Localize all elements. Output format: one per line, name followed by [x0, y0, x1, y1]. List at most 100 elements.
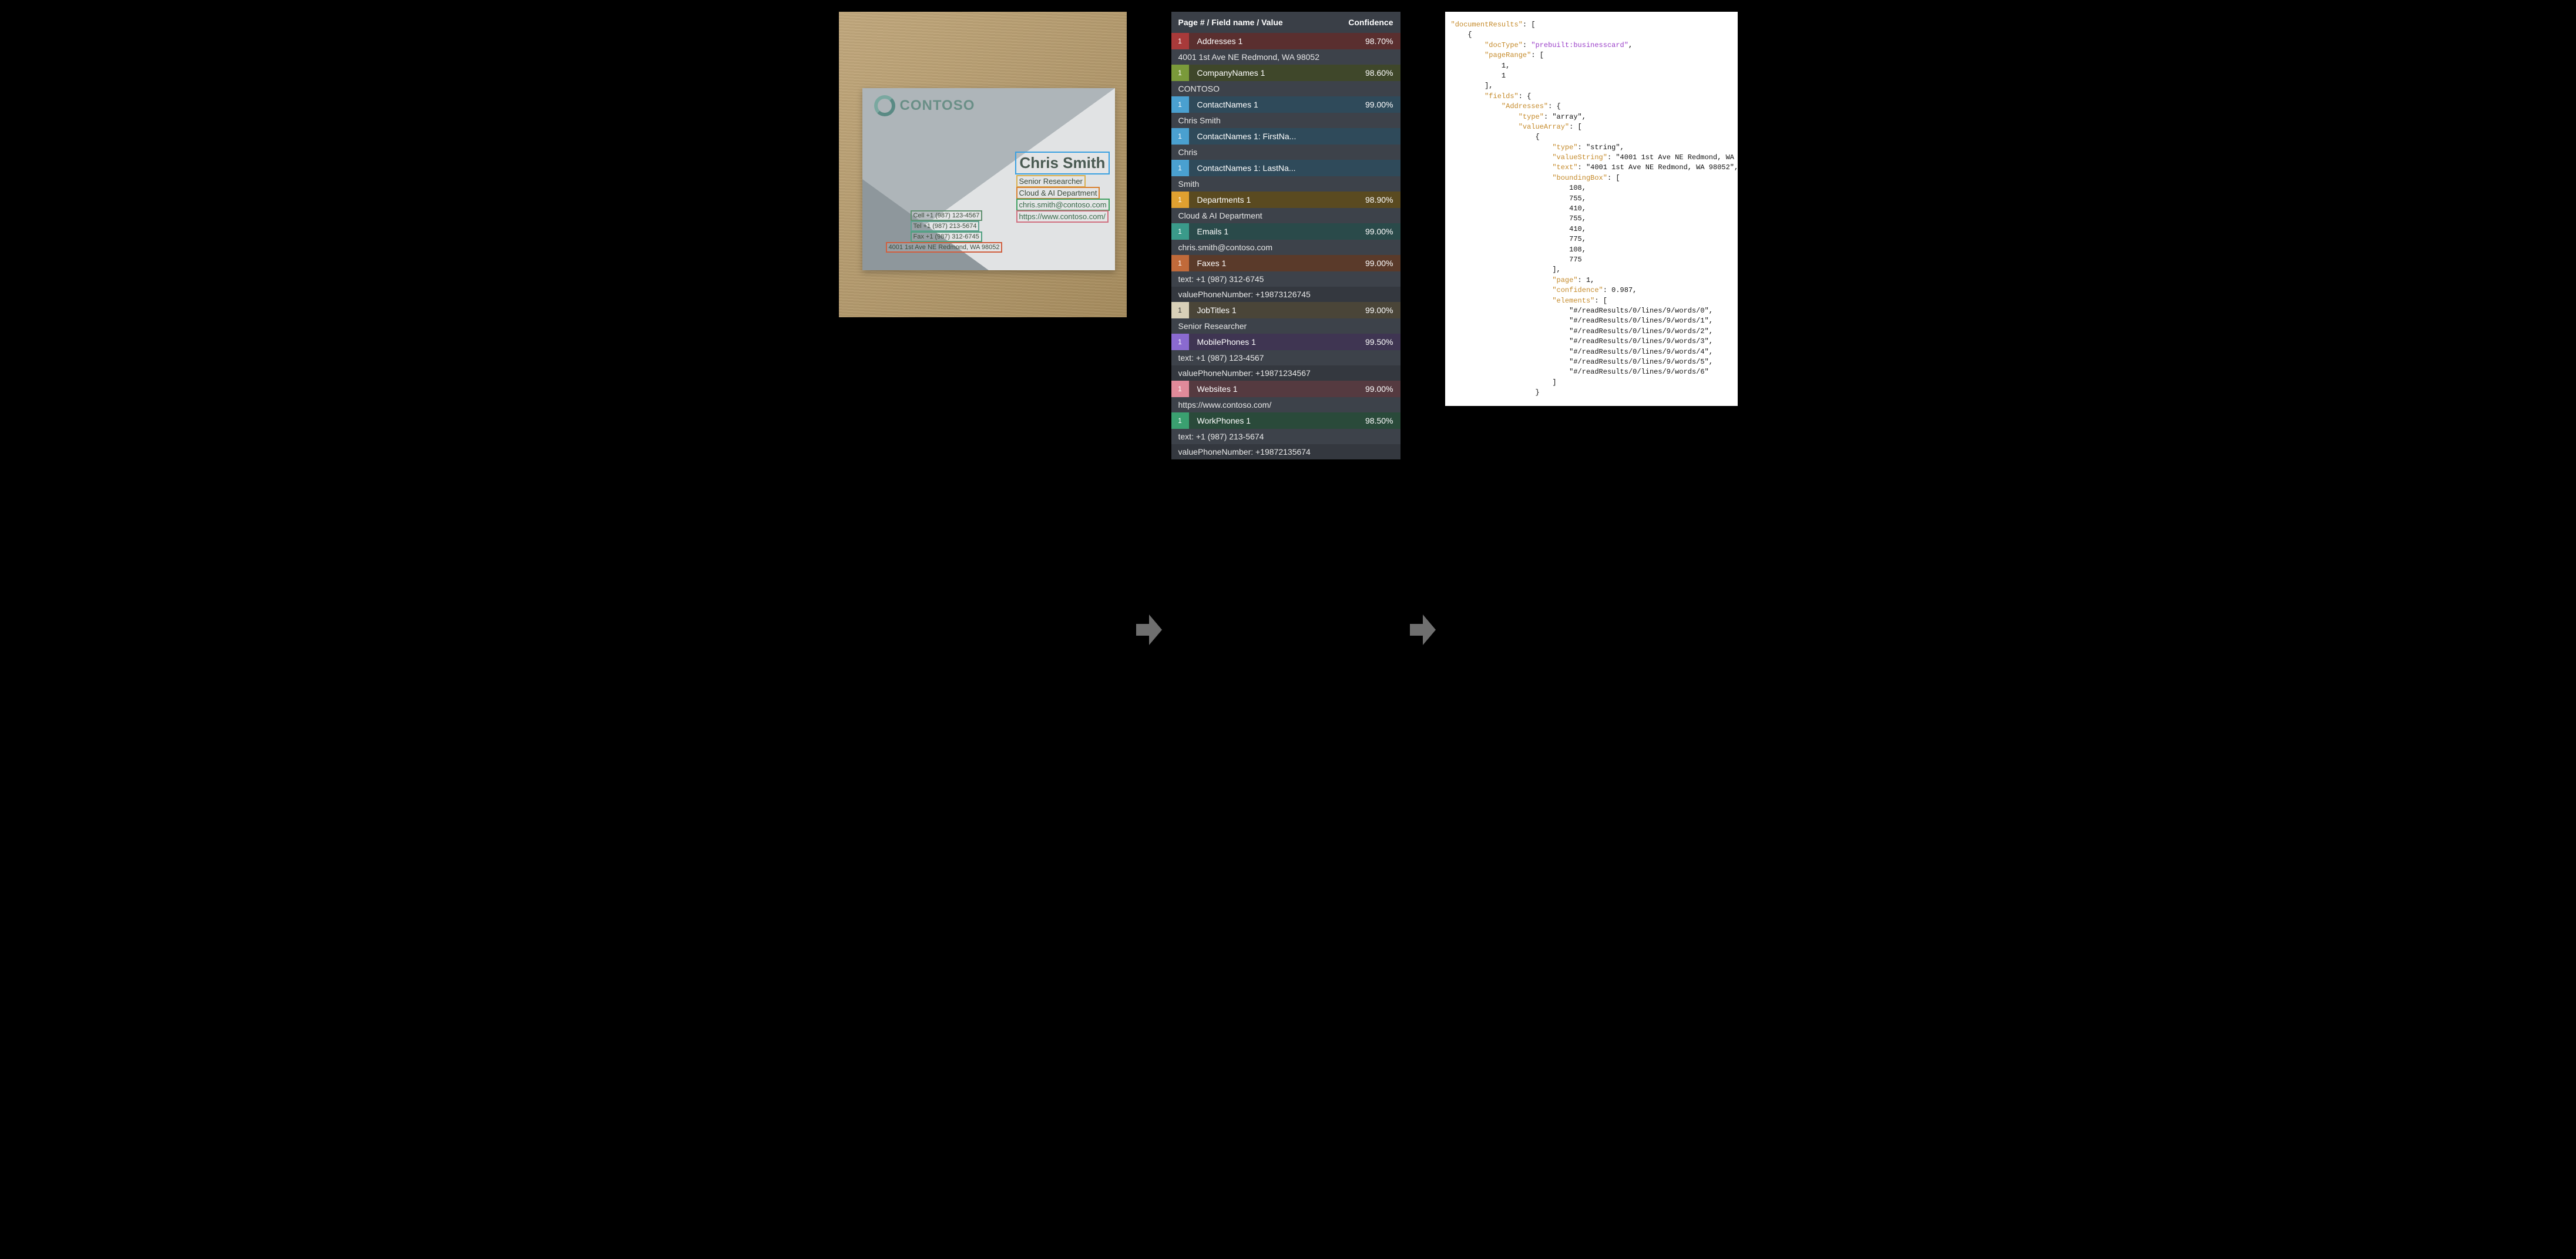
confidence-value: 99.00%: [1365, 227, 1393, 236]
json-key: "page": [1552, 276, 1577, 284]
confidence-value: 99.50%: [1365, 337, 1393, 347]
field-row[interactable]: 1Addresses 198.70%: [1171, 33, 1400, 49]
hl-email: chris.smith@contoso.com: [1016, 199, 1110, 211]
page-badge: 1: [1171, 65, 1189, 81]
field-value: text: +1 (987) 213-5674: [1171, 429, 1400, 444]
page-badge: 1: [1171, 128, 1189, 145]
json-value: 1,: [1586, 276, 1594, 284]
json-key: "valueString": [1552, 153, 1607, 162]
field-value: 4001 1st Ave NE Redmond, WA 98052: [1171, 49, 1400, 65]
field-name: ContactNames 1: LastNa...: [1197, 163, 1296, 173]
field-value: Chris Smith: [1171, 113, 1400, 128]
json-value: 108,: [1569, 184, 1586, 192]
json-value: "4001 1st Ave NE Redmond, WA 98052",: [1616, 153, 1737, 162]
field-value: text: +1 (987) 123-4567: [1171, 350, 1400, 365]
json-key: "text": [1552, 163, 1577, 172]
json-key: "pageRange": [1485, 51, 1531, 59]
json-value: "#/readResults/0/lines/9/words/4",: [1569, 348, 1713, 356]
results-header: Page # / Field name / Value Confidence: [1171, 12, 1400, 33]
json-value: 1: [1502, 72, 1506, 80]
field-row[interactable]: 1Departments 198.90%: [1171, 192, 1400, 208]
hl-address: 4001 1st Ave NE Redmond, WA 98052: [886, 242, 1003, 253]
field-row[interactable]: 1Faxes 199.00%: [1171, 255, 1400, 271]
arrow-right-icon: [1136, 612, 1162, 647]
field-value: text: +1 (987) 312-6745: [1171, 271, 1400, 287]
hl-job-title: Senior Researcher: [1016, 175, 1086, 187]
json-value: 775: [1569, 256, 1582, 264]
field-value: valuePhoneNumber: +19871234567: [1171, 365, 1400, 381]
json-value: "#/readResults/0/lines/9/words/0",: [1569, 307, 1713, 315]
json-value: "array",: [1552, 113, 1586, 121]
field-name: JobTitles 1: [1197, 305, 1237, 315]
json-value: 755,: [1569, 214, 1586, 223]
confidence-value: 99.00%: [1365, 384, 1393, 394]
confidence-value: 98.90%: [1365, 195, 1393, 204]
business-card: CONTOSO Chris Smith Senior Researcher Cl…: [862, 88, 1115, 270]
field-name: ContactNames 1: [1197, 100, 1258, 109]
field-value: valuePhoneNumber: +19873126745: [1171, 287, 1400, 302]
results-body: 1Addresses 198.70%4001 1st Ave NE Redmon…: [1171, 33, 1400, 459]
field-value: Smith: [1171, 176, 1400, 192]
json-key: "fields": [1485, 92, 1519, 100]
page-badge: 1: [1171, 160, 1189, 176]
page-badge: 1: [1171, 33, 1189, 49]
json-key: "documentResults": [1451, 21, 1523, 29]
json-key: "Addresses": [1502, 102, 1548, 110]
page-badge: 1: [1171, 223, 1189, 240]
json-value: 410,: [1569, 204, 1586, 213]
confidence-value: 98.70%: [1365, 36, 1393, 46]
json-value: 755,: [1569, 194, 1586, 203]
field-row[interactable]: 1 ContactNames 1: FirstNa...: [1171, 128, 1400, 145]
field-body: Addresses 198.70%: [1189, 33, 1400, 49]
field-row[interactable]: 1WorkPhones 198.50%: [1171, 412, 1400, 429]
field-value: Cloud & AI Department: [1171, 208, 1400, 223]
json-key: "docType": [1485, 41, 1523, 49]
extraction-results-panel: Page # / Field name / Value Confidence 1…: [1171, 12, 1400, 459]
page-badge: 1: [1171, 302, 1189, 318]
field-body: Emails 199.00%: [1189, 223, 1400, 240]
field-body: Departments 1 98.90%: [1189, 192, 1400, 208]
field-value: https://www.contoso.com/: [1171, 397, 1400, 412]
field-row[interactable]: 1Emails 199.00%: [1171, 223, 1400, 240]
field-name: Departments 1: [1197, 195, 1251, 204]
page-badge: 1: [1171, 334, 1189, 350]
confidence-value: 99.00%: [1365, 258, 1393, 268]
logo-ring-icon: [874, 95, 895, 116]
hl-fax: Fax +1 (987) 312-6745: [911, 231, 982, 242]
field-row[interactable]: 1 ContactNames 1: LastNa...: [1171, 160, 1400, 176]
json-value: 1,: [1502, 62, 1510, 70]
field-row[interactable]: 1 Websites 1 99.00%: [1171, 381, 1400, 397]
json-value: "#/readResults/0/lines/9/words/5",: [1569, 358, 1713, 366]
json-key: "boundingBox": [1552, 174, 1607, 182]
arrow-right-icon: [1410, 612, 1436, 647]
header-right: Confidence: [1348, 18, 1393, 27]
confidence-value: 99.00%: [1365, 305, 1393, 315]
field-name: MobilePhones 1: [1197, 337, 1256, 347]
field-body: Faxes 199.00%: [1189, 255, 1400, 271]
field-row[interactable]: 1CompanyNames 198.60%: [1171, 65, 1400, 81]
company-logo: CONTOSO: [874, 95, 975, 116]
json-value: "#/readResults/0/lines/9/words/3",: [1569, 337, 1713, 345]
field-body: WorkPhones 198.50%: [1189, 412, 1400, 429]
confidence-value: 99.00%: [1365, 100, 1393, 109]
field-body: ContactNames 1: LastNa...: [1189, 160, 1400, 176]
field-value: Chris: [1171, 145, 1400, 160]
json-value: 0.987,: [1611, 286, 1637, 294]
page-badge: 1: [1171, 381, 1189, 397]
json-output-panel: "documentResults": [ { "docType": "prebu…: [1445, 12, 1738, 406]
field-row[interactable]: 1 MobilePhones 1 99.50%: [1171, 334, 1400, 350]
json-value: "string",: [1586, 143, 1624, 152]
field-row[interactable]: 1 JobTitles 1 99.00%: [1171, 302, 1400, 318]
field-value: valuePhoneNumber: +19872135674: [1171, 444, 1400, 459]
page-badge: 1: [1171, 412, 1189, 429]
json-key: "elements": [1552, 297, 1594, 305]
json-key: "type": [1519, 113, 1544, 121]
field-row[interactable]: 1ContactNames 199.00%: [1171, 96, 1400, 113]
hl-contact-name: Chris Smith: [1015, 152, 1110, 174]
field-name: Websites 1: [1197, 384, 1238, 394]
hl-work-phone: Tel +1 (987) 213-5674: [911, 221, 980, 231]
json-value: 410,: [1569, 225, 1586, 233]
field-name: ContactNames 1: FirstNa...: [1197, 132, 1297, 141]
field-body: MobilePhones 1 99.50%: [1189, 334, 1400, 350]
field-body: CompanyNames 198.60%: [1189, 65, 1400, 81]
